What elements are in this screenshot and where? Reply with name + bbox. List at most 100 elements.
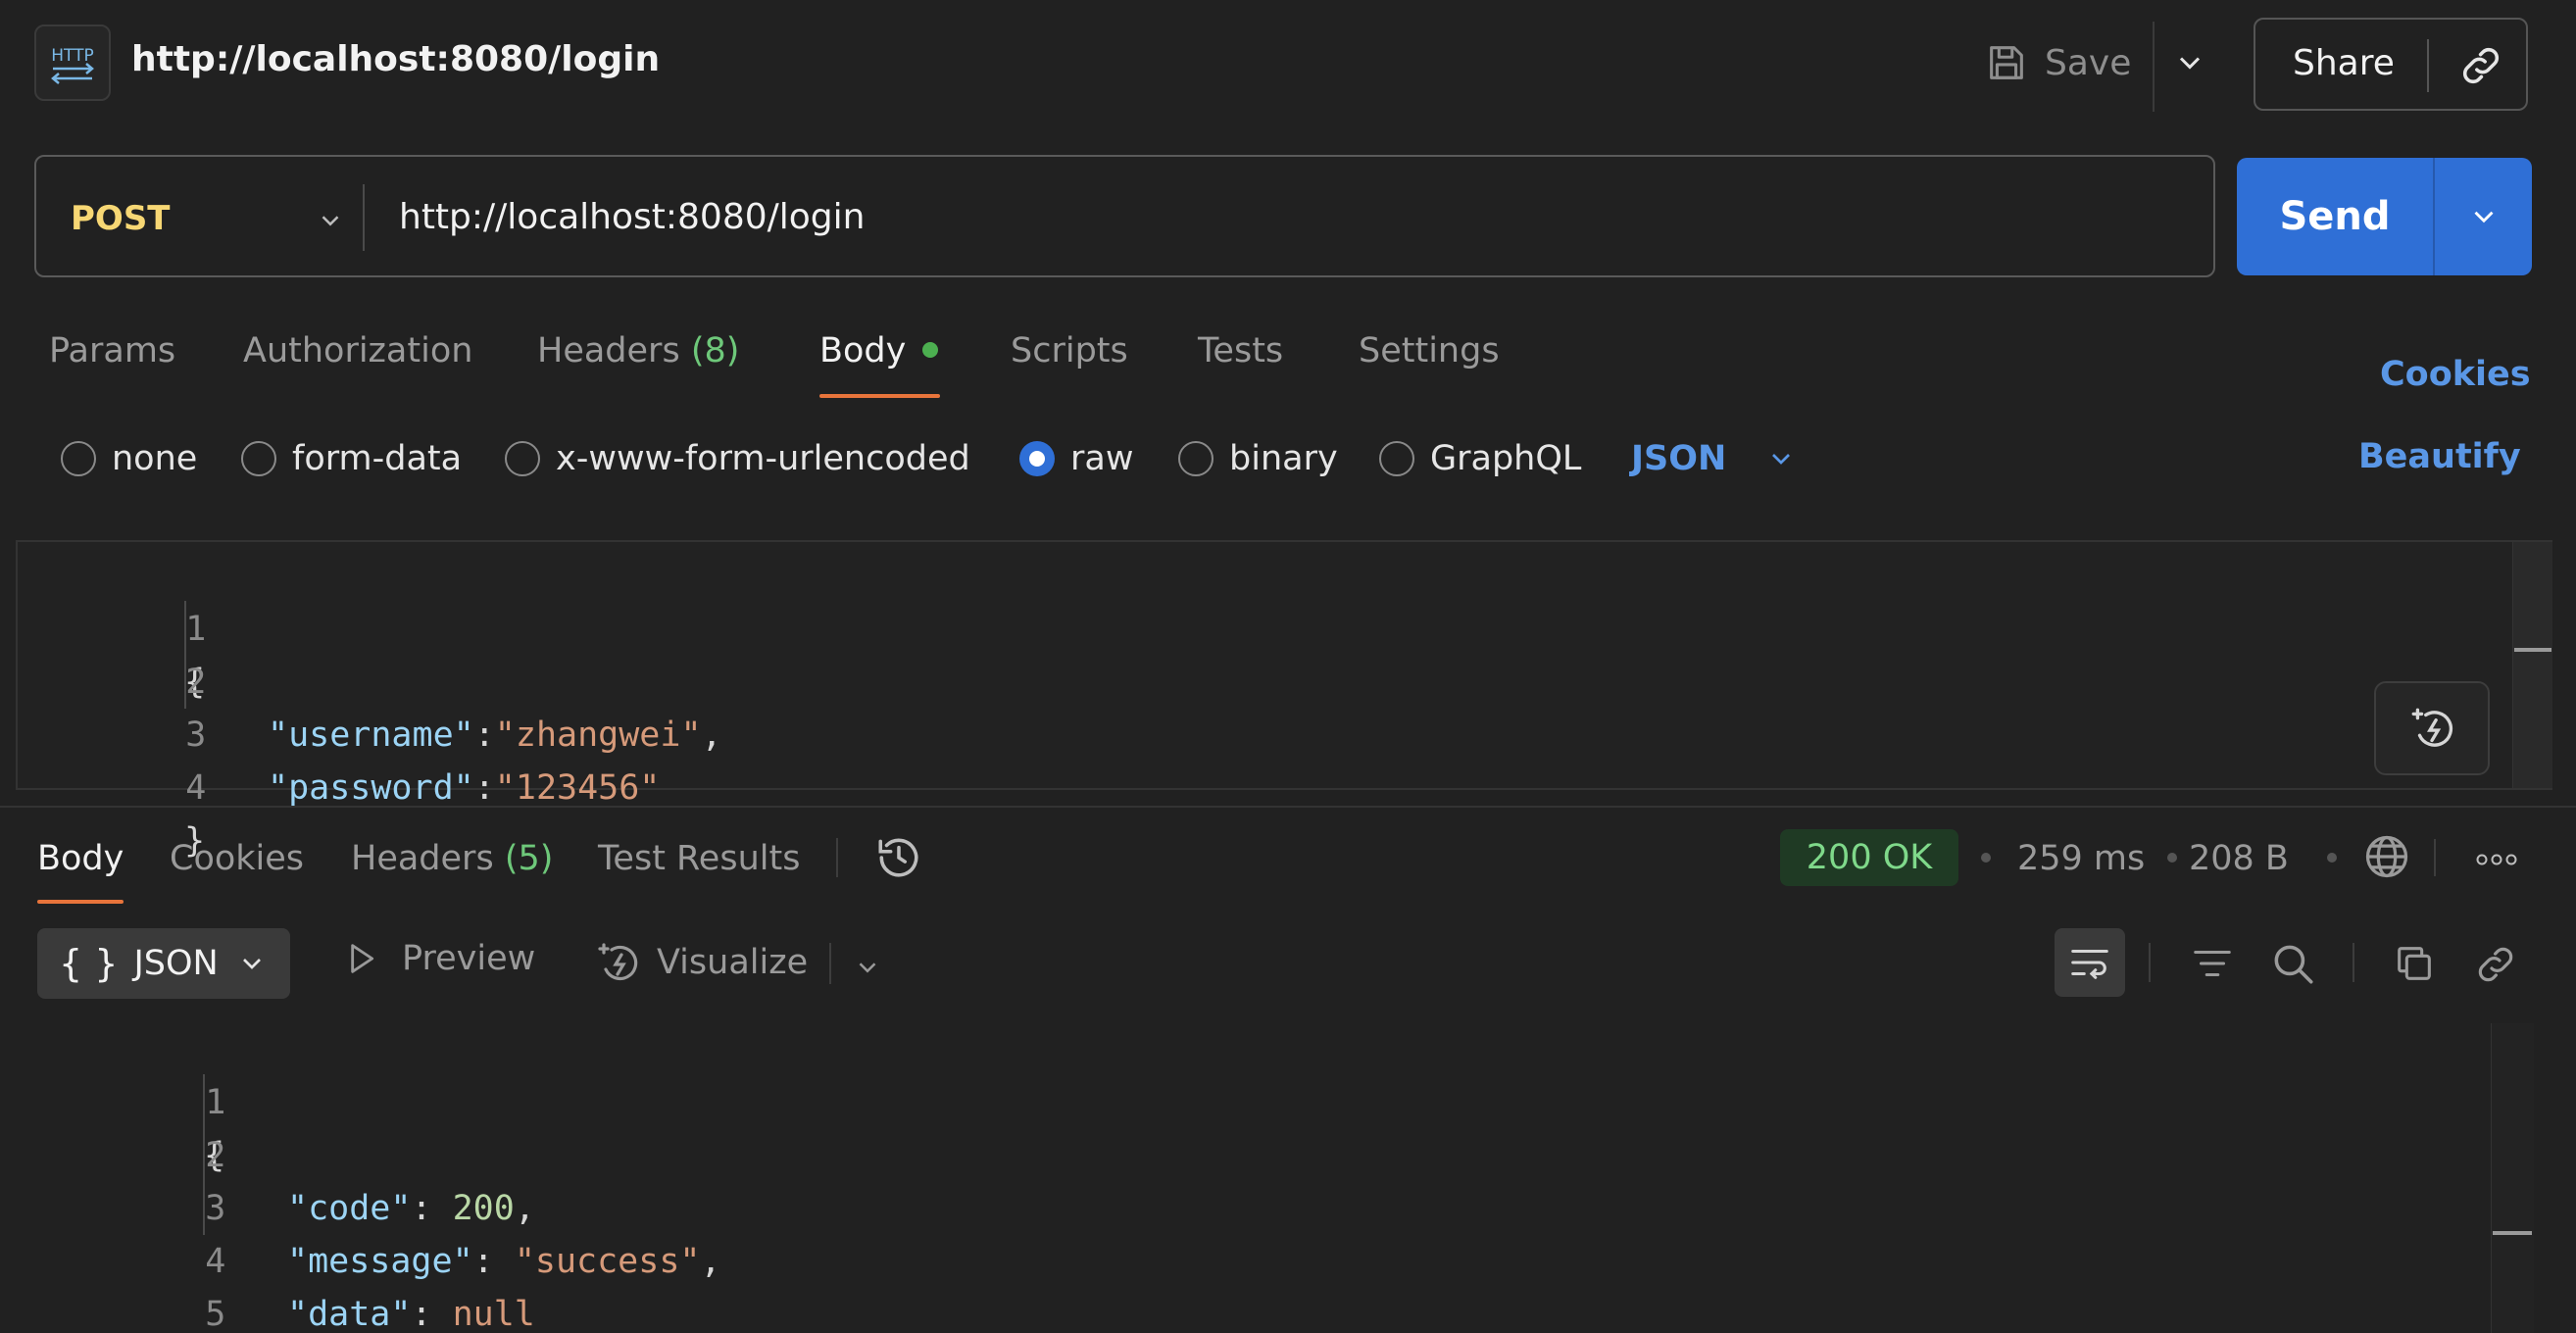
- method-divider: [363, 184, 365, 251]
- http-icon-text: HTTP: [51, 46, 94, 66]
- json-value: null: [452, 1295, 535, 1333]
- request-scrollbar[interactable]: [2512, 542, 2552, 788]
- tab-params[interactable]: Params: [49, 331, 175, 370]
- save-options-chevron-down-icon[interactable]: [2172, 45, 2207, 80]
- resp-tab-test-results[interactable]: Test Results: [598, 839, 800, 878]
- tab-body[interactable]: Body: [819, 331, 906, 370]
- wrap-lines-button[interactable]: [2055, 928, 2125, 997]
- copy-link-icon[interactable]: [2456, 41, 2505, 90]
- save-button[interactable]: Save: [1984, 35, 2131, 90]
- resp-tab-headers-label: Headers: [351, 839, 494, 878]
- ai-assist-button[interactable]: [2374, 681, 2490, 775]
- tab-settings[interactable]: Settings: [1359, 331, 1500, 370]
- body-format-chevron-down-icon: [1772, 454, 1791, 465]
- radio-raw-label: raw: [1070, 439, 1134, 478]
- preview-button[interactable]: Preview: [341, 939, 535, 978]
- toolbar-separator: [2353, 943, 2354, 982]
- status-badge[interactable]: 200 OK: [1780, 829, 1958, 886]
- json-comma: ,: [514, 1189, 535, 1228]
- preview-label: Preview: [402, 939, 536, 978]
- resp-tab-headers-count: (5): [504, 839, 554, 878]
- link-icon[interactable]: [2472, 941, 2519, 988]
- json-key: "code": [287, 1189, 412, 1228]
- json-key: "password": [268, 768, 474, 808]
- radio-form-data-circle: [241, 441, 276, 476]
- json-field: "username":"zhangwei",: [268, 709, 722, 762]
- request-scrollbar-thumb[interactable]: [2514, 648, 2551, 652]
- filter-icon[interactable]: [2190, 941, 2235, 986]
- radio-urlencoded[interactable]: x-www-form-urlencoded: [505, 437, 970, 480]
- more-options-icon[interactable]: [2475, 853, 2518, 866]
- response-format-label: JSON: [133, 944, 219, 983]
- response-time[interactable]: 259 ms: [2017, 839, 2145, 878]
- json-value: "zhangwei": [494, 716, 702, 755]
- code-line: 3 "password":"123456": [18, 656, 660, 808]
- json-value: "123456": [494, 768, 661, 808]
- url-input[interactable]: [399, 192, 2163, 241]
- line-number: 5: [205, 1295, 226, 1333]
- code-line: 4 }: [18, 709, 206, 861]
- code-line: 4 "data": null: [0, 1182, 535, 1333]
- visualize-button[interactable]: Visualize: [594, 939, 808, 986]
- radio-graphql[interactable]: GraphQL: [1379, 437, 1581, 480]
- code-line: 2 "code": 200,: [0, 1076, 535, 1228]
- tab-tests[interactable]: Tests: [1198, 331, 1283, 370]
- radio-raw[interactable]: raw: [1019, 437, 1133, 480]
- resp-tab-cookies[interactable]: Cookies: [170, 839, 304, 878]
- response-format-select[interactable]: { } JSON: [37, 928, 290, 999]
- radio-graphql-circle: [1379, 441, 1414, 476]
- tab-scripts[interactable]: Scripts: [1011, 331, 1128, 370]
- json-colon: :: [411, 1295, 453, 1333]
- beautify-button[interactable]: Beautify: [2358, 437, 2521, 476]
- json-field: "code": 200,: [287, 1182, 535, 1235]
- panel-divider[interactable]: [0, 806, 2576, 808]
- wrap-icon: [2071, 949, 2108, 979]
- search-icon[interactable]: [2268, 939, 2317, 988]
- share-button[interactable]: Share: [2293, 43, 2395, 83]
- json-value: "success": [514, 1242, 701, 1281]
- response-scrollbar-thumb[interactable]: [2493, 1231, 2532, 1235]
- method-select[interactable]: POST: [71, 199, 171, 238]
- json-key: "message": [287, 1242, 473, 1281]
- response-size[interactable]: 208 B: [2189, 839, 2289, 878]
- resp-tab-body[interactable]: Body: [37, 839, 124, 878]
- json-key: "username": [268, 716, 474, 755]
- globe-icon[interactable]: [2361, 831, 2412, 882]
- radio-raw-circle: [1019, 441, 1055, 476]
- braces-icon: { }: [59, 942, 119, 985]
- code-line: 1 {: [0, 1023, 225, 1175]
- tab-authorization[interactable]: Authorization: [243, 331, 472, 370]
- response-scrollbar[interactable]: [2491, 1023, 2534, 1333]
- sparkle-icon: [2411, 708, 2452, 747]
- send-button[interactable]: Send: [2237, 158, 2433, 275]
- json-colon: :: [473, 716, 495, 755]
- save-label: Save: [2045, 42, 2132, 83]
- tab-headers[interactable]: Headers (8): [537, 331, 739, 370]
- radio-binary-circle: [1178, 441, 1214, 476]
- cookies-link[interactable]: Cookies: [2380, 355, 2531, 394]
- copy-icon[interactable]: [2392, 941, 2437, 986]
- code-line: 2 "username":"zhangwei",: [18, 603, 721, 755]
- format-chevron-down-icon: [242, 959, 261, 969]
- radio-form-data-label: form-data: [292, 439, 463, 478]
- response-body-viewer[interactable]: 1 { 2 "code": 200, 3 "message": "success…: [0, 1023, 2576, 1333]
- method-chevron-down-icon[interactable]: [316, 206, 345, 235]
- request-title[interactable]: http://localhost:8080/login: [131, 39, 660, 79]
- share-group: Share: [2254, 18, 2528, 111]
- code-line: 1 {: [18, 550, 206, 702]
- body-format-select[interactable]: JSON: [1631, 437, 1797, 480]
- request-body-editor[interactable]: 1 { 2 "username":"zhangwei", 3 "password…: [16, 540, 2552, 861]
- radio-none[interactable]: none: [61, 437, 197, 480]
- resp-tab-headers[interactable]: Headers (5): [351, 839, 553, 878]
- radio-binary[interactable]: binary: [1178, 437, 1338, 480]
- json-colon: :: [411, 1189, 453, 1228]
- resp-tab-separator: [836, 838, 838, 877]
- json-comma: ,: [700, 1242, 721, 1281]
- history-icon[interactable]: [874, 833, 923, 882]
- share-divider: [2427, 39, 2429, 92]
- visualize-chevron-down-icon[interactable]: [853, 953, 882, 982]
- send-options-chevron-down-icon[interactable]: [2435, 158, 2532, 275]
- radio-form-data[interactable]: form-data: [241, 437, 462, 480]
- visualize-icon: [598, 943, 638, 981]
- url-bar: POST: [34, 155, 2215, 277]
